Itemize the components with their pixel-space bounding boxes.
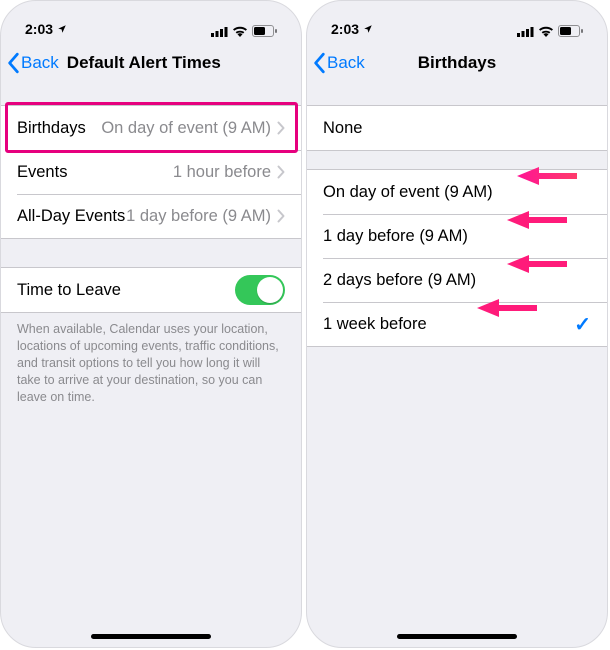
back-label: Back [21,53,59,73]
option-label: 1 week before [323,315,427,334]
footer-help-text: When available, Calendar uses your locat… [1,313,301,405]
option-label: On day of event (9 AM) [323,183,493,202]
option-label: 1 day before (9 AM) [323,227,468,246]
screen-birthdays-options: 2:03 Back Birthdays None On day of e [306,0,608,648]
row-birthdays[interactable]: Birthdays On day of event (9 AM) [1,106,301,150]
cellular-icon [517,26,534,37]
chevron-left-icon [7,52,21,74]
option-one-day-before[interactable]: 1 day before (9 AM) [307,214,607,258]
battery-icon [252,25,277,37]
option-on-day[interactable]: On day of event (9 AM) [307,170,607,214]
nav-bar: Back Birthdays [307,41,607,85]
checkmark-icon: ✓ [574,312,591,337]
page-title: Default Alert Times [67,53,221,73]
status-bar: 2:03 [307,1,607,41]
home-indicator[interactable] [397,634,517,639]
wifi-icon [538,26,554,37]
chevron-right-icon [277,165,285,179]
option-none[interactable]: None [307,106,607,150]
row-label: Events [17,163,67,182]
wifi-icon [232,26,248,37]
row-label: All-Day Events [17,207,125,226]
chevron-right-icon [277,209,285,223]
row-time-to-leave[interactable]: Time to Leave [1,268,301,312]
row-value: On day of event (9 AM) [86,119,277,138]
home-indicator[interactable] [91,634,211,639]
time-to-leave-toggle[interactable] [235,275,285,305]
nav-bar: Back Default Alert Times [1,41,301,85]
option-label: None [323,119,362,138]
status-bar: 2:03 [1,1,301,41]
options-section: On day of event (9 AM) 1 day before (9 A… [307,169,607,347]
time-to-leave-section: Time to Leave [1,267,301,313]
chevron-left-icon [313,52,327,74]
option-two-days-before[interactable]: 2 days before (9 AM) [307,258,607,302]
cellular-icon [211,26,228,37]
location-icon [57,24,67,34]
row-allday-events[interactable]: All-Day Events 1 day before (9 AM) [1,194,301,238]
back-button[interactable]: Back [1,52,59,74]
row-label: Birthdays [17,119,86,138]
none-section: None [307,105,607,151]
status-time: 2:03 [331,21,359,37]
row-events[interactable]: Events 1 hour before [1,150,301,194]
row-value: 1 hour before [67,163,277,182]
location-icon [363,24,373,34]
screen-default-alert-times: 2:03 Back Default Alert Times Birthdays … [0,0,302,648]
back-label: Back [327,53,365,73]
row-value: 1 day before (9 AM) [125,207,277,226]
battery-icon [558,25,583,37]
alert-times-section: Birthdays On day of event (9 AM) Events … [1,105,301,239]
status-indicators [211,25,277,37]
status-time: 2:03 [25,21,53,37]
chevron-right-icon [277,121,285,135]
option-label: 2 days before (9 AM) [323,271,476,290]
status-indicators [517,25,583,37]
back-button[interactable]: Back [307,52,365,74]
row-label: Time to Leave [17,281,121,300]
option-one-week-before[interactable]: 1 week before ✓ [307,302,607,346]
